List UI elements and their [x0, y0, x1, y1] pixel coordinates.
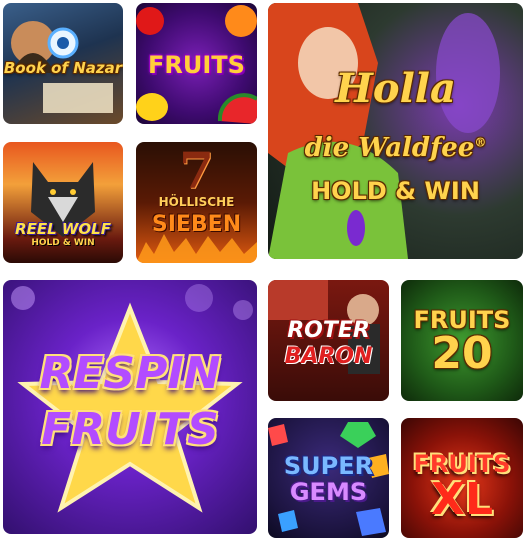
- game-title-line2: GEMS: [289, 478, 368, 506]
- game-tile-super-gems[interactable]: SUPER GEMS: [268, 418, 389, 538]
- game-title-line2: die Waldfee: [304, 133, 475, 163]
- game-title: REEL WOLF: [15, 220, 111, 238]
- game-title-line2: of Nazar: [51, 59, 123, 77]
- game-artwork: [268, 3, 500, 259]
- game-title-line1: RESPIN: [39, 348, 221, 399]
- game-tile-hoellische-sieben[interactable]: 7 HÖLLISCHE SIEBEN: [136, 142, 257, 263]
- game-title-line1: Holla: [335, 65, 456, 112]
- game-title-line1: Book: [3, 59, 46, 77]
- game-title: FRUITS: [148, 51, 245, 79]
- game-title-line2: 20: [431, 328, 493, 379]
- game-subtitle: HOLD & WIN: [311, 177, 480, 205]
- game-tile-roter-baron[interactable]: ROTER BARON: [268, 280, 389, 401]
- game-title-line1: SUPER: [283, 452, 374, 480]
- game-tile-fruits[interactable]: FRUITS: [136, 3, 257, 124]
- game-title-line1: FRUITS: [413, 450, 511, 478]
- game-title-line1: ROTER: [287, 318, 370, 343]
- game-subtitle: HOLD & WIN: [31, 238, 95, 248]
- game-title-line2: XL: [431, 474, 493, 525]
- game-title-line2: FRUITS: [41, 404, 219, 455]
- trademark: ®: [474, 135, 487, 150]
- game-tile-fruits-xl[interactable]: FRUITS XL: [401, 418, 523, 538]
- game-tile-respin-fruits[interactable]: RESPIN FRUITS: [3, 280, 257, 534]
- game-tile-fruits-20[interactable]: FRUITS 20: [401, 280, 523, 401]
- game-tile-reel-wolf[interactable]: REEL WOLF HOLD & WIN: [3, 142, 123, 263]
- flames-artwork: [136, 234, 257, 263]
- game-tile-book-of-nazar[interactable]: Book of Nazar: [3, 3, 123, 124]
- game-title-line2: BARON: [284, 344, 373, 369]
- game-tile-holla-die-waldfee[interactable]: Holla die Waldfee® HOLD & WIN: [268, 3, 523, 259]
